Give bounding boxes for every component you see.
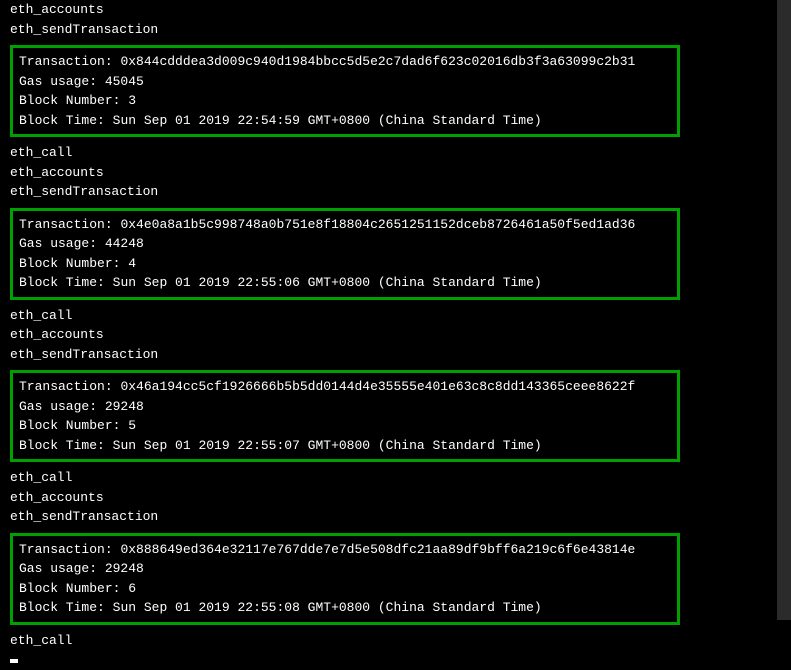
block-time-value: Sun Sep 01 2019 22:55:06 GMT+0800 (China…: [113, 275, 542, 290]
gas-value: 45045: [105, 74, 144, 89]
block-time-line: Block Time: Sun Sep 01 2019 22:55:08 GMT…: [19, 598, 671, 618]
log-line: eth_call: [10, 468, 777, 488]
cursor-icon: [10, 650, 777, 670]
block-time-label: Block Time:: [19, 600, 105, 615]
gas-label: Gas usage:: [19, 74, 97, 89]
gas-value: 29248: [105, 561, 144, 576]
block-num-value: 4: [128, 256, 136, 271]
block-num-value: 6: [128, 581, 136, 596]
gas-label: Gas usage:: [19, 236, 97, 251]
block-time-value: Sun Sep 01 2019 22:55:07 GMT+0800 (China…: [113, 438, 542, 453]
tx-hash-line: Transaction: 0x888649ed364e32117e767dde7…: [19, 540, 671, 560]
transaction-box: Transaction: 0x46a194cc5cf1926666b5b5dd0…: [10, 370, 680, 462]
block-num-line: Block Number: 6: [19, 579, 671, 599]
gas-label: Gas usage:: [19, 399, 97, 414]
tx-hash-line: Transaction: 0x4e0a8a1b5c998748a0b751e8f…: [19, 215, 671, 235]
log-line: eth_accounts: [10, 0, 777, 20]
log-line: eth_sendTransaction: [10, 182, 777, 202]
block-num-label: Block Number:: [19, 418, 120, 433]
block-time-line: Block Time: Sun Sep 01 2019 22:55:07 GMT…: [19, 436, 671, 456]
block-num-line: Block Number: 4: [19, 254, 671, 274]
log-line: eth_sendTransaction: [10, 507, 777, 527]
block-num-label: Block Number:: [19, 93, 120, 108]
transaction-box: Transaction: 0x844cdddea3d009c940d1984bb…: [10, 45, 680, 137]
gas-value: 44248: [105, 236, 144, 251]
tx-hash: 0x888649ed364e32117e767dde7e7d5e508dfc21…: [120, 542, 635, 557]
transaction-box: Transaction: 0x888649ed364e32117e767dde7…: [10, 533, 680, 625]
block-num-line: Block Number: 3: [19, 91, 671, 111]
log-line: eth_accounts: [10, 488, 777, 508]
gas-line: Gas usage: 29248: [19, 397, 671, 417]
gas-line: Gas usage: 44248: [19, 234, 671, 254]
tx-hash: 0x844cdddea3d009c940d1984bbcc5d5e2c7dad6…: [120, 54, 635, 69]
tx-hash-line: Transaction: 0x46a194cc5cf1926666b5b5dd0…: [19, 377, 671, 397]
block-time-label: Block Time:: [19, 438, 105, 453]
tx-hash: 0x4e0a8a1b5c998748a0b751e8f18804c2651251…: [120, 217, 635, 232]
log-line: eth_accounts: [10, 325, 777, 345]
block-time-value: Sun Sep 01 2019 22:54:59 GMT+0800 (China…: [113, 113, 542, 128]
gas-line: Gas usage: 45045: [19, 72, 671, 92]
gas-value: 29248: [105, 399, 144, 414]
block-time-line: Block Time: Sun Sep 01 2019 22:54:59 GMT…: [19, 111, 671, 131]
block-num-label: Block Number:: [19, 581, 120, 596]
block-time-value: Sun Sep 01 2019 22:55:08 GMT+0800 (China…: [113, 600, 542, 615]
log-line: eth_call: [10, 306, 777, 326]
tx-label: Transaction:: [19, 379, 113, 394]
log-line: eth_accounts: [10, 163, 777, 183]
tx-label: Transaction:: [19, 54, 113, 69]
block-num-label: Block Number:: [19, 256, 120, 271]
block-num-value: 3: [128, 93, 136, 108]
tx-hash-line: Transaction: 0x844cdddea3d009c940d1984bb…: [19, 52, 671, 72]
log-line: eth_sendTransaction: [10, 345, 777, 365]
block-time-line: Block Time: Sun Sep 01 2019 22:55:06 GMT…: [19, 273, 671, 293]
tx-label: Transaction:: [19, 217, 113, 232]
block-num-line: Block Number: 5: [19, 416, 671, 436]
log-line: eth_call: [10, 143, 777, 163]
transaction-box: Transaction: 0x4e0a8a1b5c998748a0b751e8f…: [10, 208, 680, 300]
gas-line: Gas usage: 29248: [19, 559, 671, 579]
log-line: eth_call: [10, 631, 777, 651]
gas-label: Gas usage:: [19, 561, 97, 576]
tx-hash: 0x46a194cc5cf1926666b5b5dd0144d4e35555e4…: [120, 379, 635, 394]
log-line: eth_sendTransaction: [10, 20, 777, 40]
block-num-value: 5: [128, 418, 136, 433]
terminal-output: eth_accounts eth_sendTransaction Transac…: [0, 0, 777, 670]
block-time-label: Block Time:: [19, 275, 105, 290]
tx-label: Transaction:: [19, 542, 113, 557]
block-time-label: Block Time:: [19, 113, 105, 128]
